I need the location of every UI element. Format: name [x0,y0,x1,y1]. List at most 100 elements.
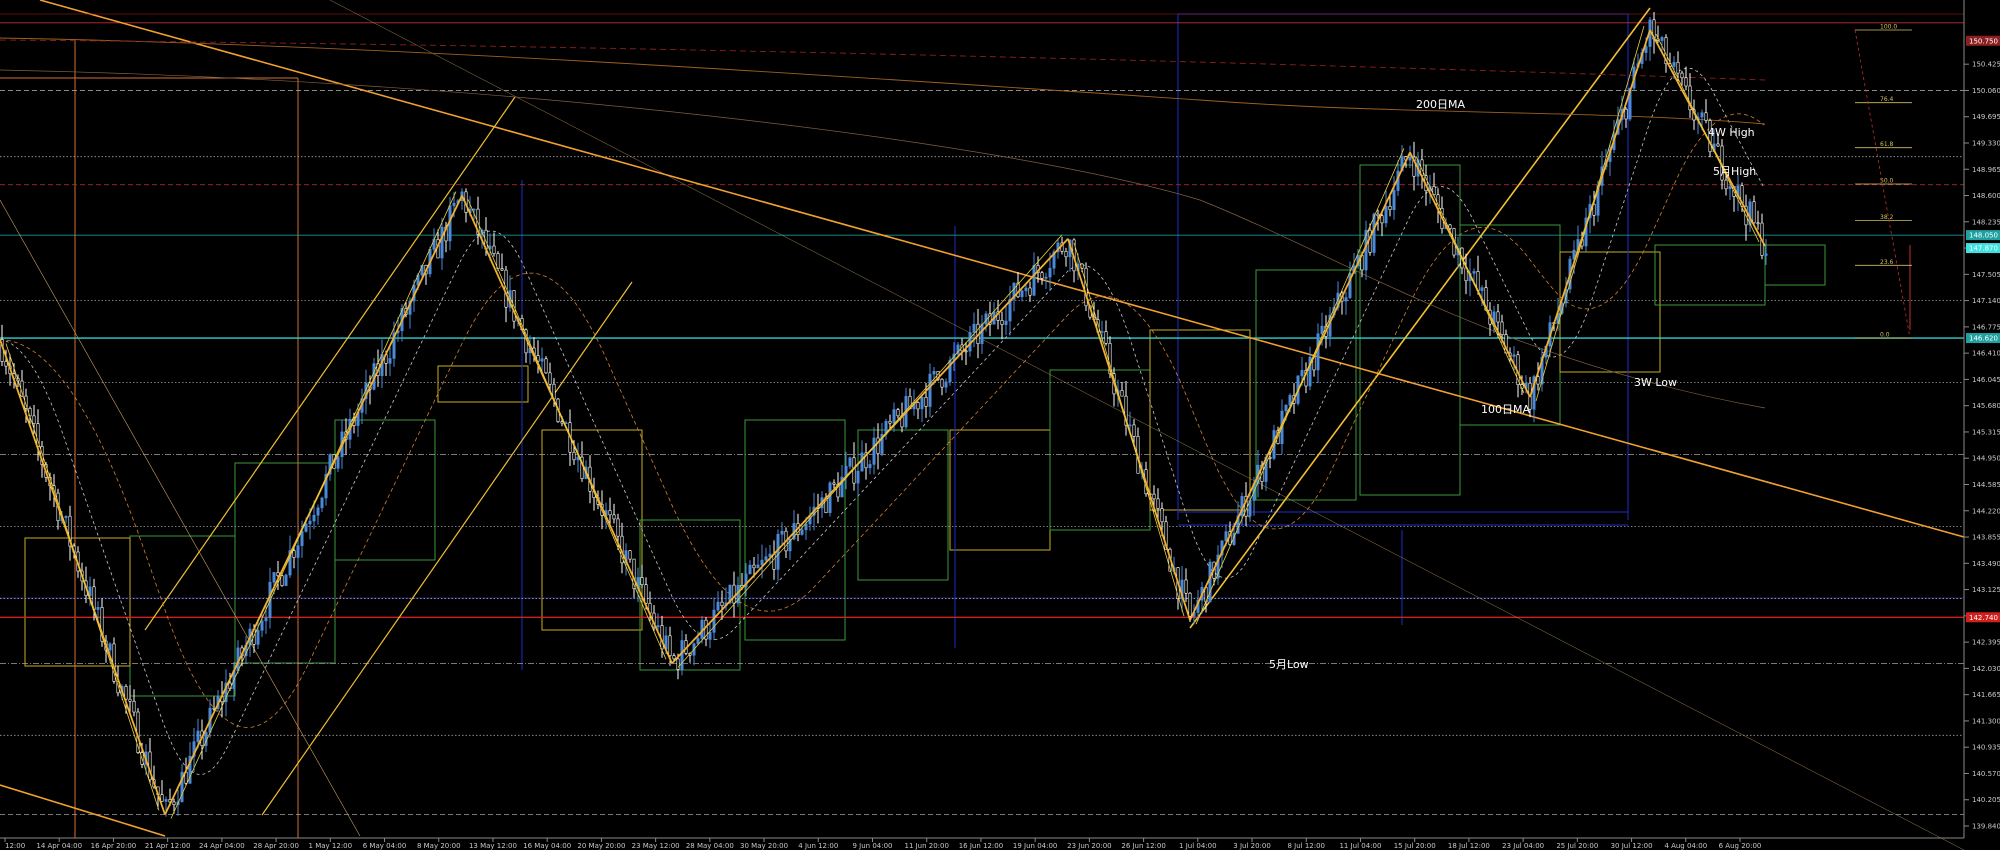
candle-body [572,451,576,461]
zone-box [1654,244,1766,306]
candle-body [752,564,756,569]
candle-body [1020,290,1024,298]
candle-body [1156,498,1160,509]
candle-body [868,464,872,469]
candle-body [708,632,712,640]
date-tick-label: 6 May 04:00 [363,842,407,850]
candle-body [848,457,852,467]
candle-body [1380,215,1384,224]
candle-body [1376,213,1380,217]
candle-body [676,658,680,670]
price-tick-label: 140.205 [1972,796,2000,804]
price-chart[interactable]: 100.0 76.4 61.8 50.0 38.2 23.6 0.0 200日MA 4W H… [0,0,2000,850]
candle-body [916,402,920,410]
price-tick-label: 150.060 [1972,87,2000,95]
candle-body [264,617,268,622]
moving-average-line [0,113,1765,728]
candle-body [772,553,776,570]
candle-body [780,530,784,535]
candle-body [616,518,620,537]
price-tick-label: 144.220 [1972,507,2000,515]
fib-level-label: 0.0 [1880,332,1890,339]
date-tick-label: 12:00 [5,842,25,850]
candle-body [680,640,684,670]
candle-body [944,381,948,388]
candle-body [612,514,616,520]
candle-body [296,545,300,558]
price-tick-label: 146.410 [1972,350,2000,358]
candle-body [316,507,320,516]
candle-body [932,371,936,375]
price-tick-label: 145.315 [1972,428,2000,436]
candle-body [1040,272,1044,279]
price-tag-label: 150.750 [1969,37,1998,45]
date-tick-label: 25 Jul 20:00 [1556,842,1598,850]
candle-body [1756,222,1760,225]
candle-body [1716,143,1720,147]
candle-body [1284,404,1288,412]
candle-body [1120,390,1124,397]
candle-body [1408,156,1412,161]
price-tag-label: 142.740 [1969,614,1998,622]
candle-body [1132,424,1136,437]
candle-body [1388,205,1392,211]
candle-body [892,409,896,424]
candle-body [924,397,928,407]
candle-body [132,700,136,713]
candle-body [272,572,276,583]
candle-body [172,801,176,806]
price-tick-label: 150.425 [1972,61,2000,69]
candle-body [1448,224,1452,229]
candle-body [896,409,900,417]
price-tick-label: 141.300 [1972,717,2000,725]
candle-body [1660,37,1664,41]
moving-average-line [0,67,1765,775]
date-tick-label: 28 May 04:00 [686,842,734,850]
candle-body [1752,201,1756,224]
candle-body [300,531,304,546]
candle-body [96,607,100,610]
price-tag-label: 148.050 [1969,232,1998,240]
price-tick-label: 141.665 [1972,691,2000,699]
candle-body [336,456,340,469]
candle-body [800,529,804,535]
candle-body [292,550,296,558]
price-tick-label: 143.125 [1972,586,2000,594]
price-tick-label: 147.140 [1972,297,2000,305]
price-tick-label: 146.775 [1972,323,2000,331]
annotation-3w-low: 3W Low [1634,376,1677,389]
candle-body [1300,370,1304,377]
candle-body [500,268,504,271]
candle-body [304,523,308,532]
zone-rectangles [0,13,1964,838]
candle-body [1044,276,1048,279]
candle-body [440,226,444,259]
horizontal-levels [0,22,1964,815]
annotation-4w-high: 4W High [1708,126,1755,139]
candle-body [760,559,764,566]
candle-body [312,514,316,522]
candle-body [1160,508,1164,523]
date-tick-label: 11 Jun 20:00 [904,842,948,850]
price-tick-label: 148.965 [1972,166,2000,174]
date-tick-label: 9 Jun 04:00 [852,842,892,850]
zone-box [541,429,643,631]
candle-body [856,470,860,484]
date-tick-label: 28 Apr 20:00 [253,842,299,850]
candle-body [1028,287,1032,296]
price-tick-label: 145.680 [1972,402,2000,410]
candle-body [160,794,164,802]
price-tick-label: 147.505 [1972,271,2000,279]
candle-body [1316,333,1320,371]
candle-body [1684,77,1688,87]
candle-body [832,482,836,485]
candle-body [1224,531,1228,542]
candle-body [1032,265,1036,296]
candle-body [1384,205,1388,224]
date-tick-label: 1 Jul 04:00 [1179,842,1217,850]
candle-body [1672,62,1676,67]
candle-body [1472,271,1476,274]
candle-body [716,601,720,611]
annotation-100d-ma: 100日MA [1481,403,1530,416]
zone-box [1459,224,1561,426]
